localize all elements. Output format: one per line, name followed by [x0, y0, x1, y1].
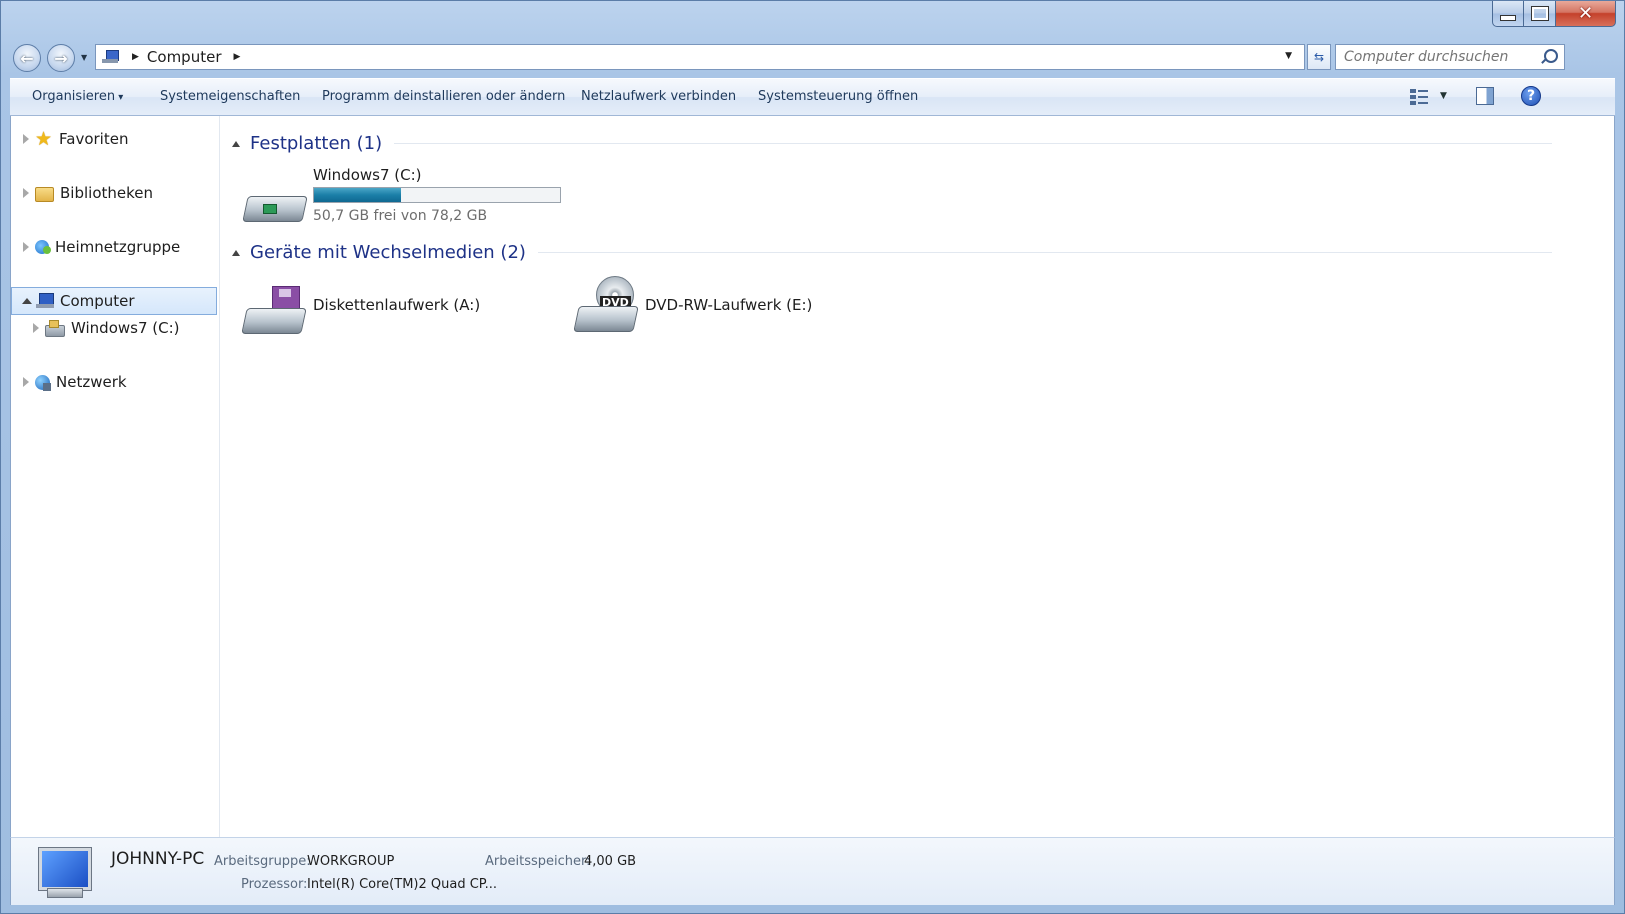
drive-name: DVD-RW-Laufwerk (E:): [645, 296, 813, 314]
sidebar-item-label: Windows7 (C:): [71, 319, 180, 337]
close-icon: ✕: [1577, 2, 1594, 24]
caption-buttons: ✕: [1492, 1, 1616, 27]
sidebar-item-drive-c[interactable]: Windows7 (C:): [11, 314, 217, 342]
breadcrumb-separator-icon[interactable]: ▶: [132, 52, 139, 62]
uninstall-program-button[interactable]: Programm deinstallieren oder ändern: [322, 89, 565, 104]
maximize-button[interactable]: [1524, 1, 1556, 27]
hard-drive-icon: [242, 188, 308, 222]
maximize-icon: [1530, 6, 1549, 21]
search-input[interactable]: [1335, 44, 1565, 70]
breadcrumb-chevron-icon[interactable]: ▶: [234, 52, 241, 62]
address-bar[interactable]: ▶ Computer ▶ ▼: [95, 44, 1305, 70]
sidebar-item-network[interactable]: Netzwerk: [11, 368, 217, 396]
network-icon: [35, 374, 51, 391]
disk-usage-fill: [314, 188, 401, 202]
drive-name: Diskettenlaufwerk (A:): [313, 296, 481, 314]
drive-icon: [45, 320, 65, 337]
expand-icon[interactable]: [23, 134, 29, 144]
group-header-hard-disks[interactable]: Festplatten (1): [232, 133, 1552, 154]
group-title: Geräte mit Wechselmedien (2): [250, 242, 526, 263]
sidebar-item-homegroup[interactable]: Heimnetzgruppe: [11, 233, 217, 261]
star-icon: ★: [35, 128, 53, 150]
navigation-pane: ★ Favoriten Bibliotheken Heimnetzgruppe …: [11, 116, 220, 837]
sidebar-item-label: Bibliotheken: [60, 184, 153, 202]
content-area: ★ Favoriten Bibliotheken Heimnetzgruppe …: [10, 116, 1615, 837]
expand-icon[interactable]: [23, 377, 29, 387]
back-button[interactable]: ←: [13, 44, 41, 72]
computer-icon: [102, 50, 120, 64]
sidebar-item-label: Heimnetzgruppe: [55, 238, 181, 256]
group-header-removable[interactable]: Geräte mit Wechselmedien (2): [232, 242, 1552, 263]
group-collapse-icon[interactable]: [232, 140, 240, 147]
close-button[interactable]: ✕: [1556, 1, 1616, 27]
file-list: Festplatten (1) Windows7 (C:) 50,7 GB fr…: [220, 116, 1614, 837]
system-properties-button[interactable]: Systemeigenschaften: [160, 89, 300, 104]
sidebar-item-favorites[interactable]: ★ Favoriten: [11, 125, 217, 153]
minimize-icon: [1500, 14, 1516, 21]
minimize-button[interactable]: [1492, 1, 1524, 27]
floppy-drive-icon: [241, 286, 307, 334]
help-icon[interactable]: ?: [1521, 86, 1541, 106]
drive-name: Windows7 (C:): [313, 166, 422, 184]
address-history-dropdown-icon[interactable]: ▼: [1285, 51, 1292, 61]
memory-label: Arbeitsspeicher:: [485, 854, 591, 869]
sidebar-item-label: Netzwerk: [56, 373, 127, 391]
expand-icon[interactable]: [23, 188, 29, 198]
group-divider: [537, 252, 1552, 253]
open-control-panel-button[interactable]: Systemsteuerung öffnen: [758, 89, 918, 104]
computer-name: JOHNNY-PC: [111, 849, 205, 869]
forward-arrow-icon: →: [54, 48, 68, 68]
back-arrow-icon: ←: [20, 48, 34, 68]
navigation-bar: ← → ▼ ▶ Computer ▶ ▼ ⇆: [11, 41, 1614, 75]
workgroup-value: WORKGROUP: [307, 854, 395, 869]
expand-icon[interactable]: [23, 242, 29, 252]
group-collapse-icon[interactable]: [232, 249, 240, 256]
dvd-drive-icon: DVD: [573, 276, 639, 332]
computer-icon: [33, 846, 93, 902]
workgroup-label: Arbeitsgruppe:: [214, 854, 311, 869]
libraries-icon: [35, 187, 54, 202]
sidebar-item-label: Favoriten: [59, 130, 129, 148]
sidebar-item-libraries[interactable]: Bibliotheken: [11, 179, 217, 207]
details-pane: JOHNNY-PC Arbeitsgruppe: WORKGROUP Arbei…: [10, 837, 1615, 905]
command-bar: Organisieren Systemeigenschaften Program…: [10, 78, 1615, 116]
breadcrumb-computer[interactable]: Computer: [147, 48, 222, 66]
collapse-icon[interactable]: [22, 298, 32, 304]
memory-value: 4,00 GB: [584, 854, 637, 869]
processor-label: Prozessor:: [241, 877, 308, 892]
drive-space-text: 50,7 GB frei von 78,2 GB: [313, 208, 488, 224]
computer-icon: [36, 292, 54, 310]
group-divider: [394, 143, 1552, 144]
organize-menu[interactable]: Organisieren: [32, 89, 123, 104]
view-options-dropdown-icon[interactable]: ▼: [1440, 91, 1447, 101]
forward-button[interactable]: →: [47, 44, 75, 72]
disk-usage-bar: [313, 187, 561, 203]
expand-icon[interactable]: [33, 323, 39, 333]
refresh-icon: ⇆: [1313, 50, 1325, 64]
processor-value: Intel(R) Core(TM)2 Quad CP...: [307, 877, 497, 892]
homegroup-icon: [35, 240, 51, 254]
sidebar-item-computer[interactable]: Computer: [11, 287, 217, 315]
map-network-drive-button[interactable]: Netzlaufwerk verbinden: [581, 89, 736, 104]
preview-pane-icon[interactable]: [1476, 87, 1494, 105]
refresh-button[interactable]: ⇆: [1307, 44, 1331, 70]
change-view-icon[interactable]: [1410, 89, 1428, 105]
search-icon[interactable]: [1544, 49, 1558, 63]
group-title: Festplatten (1): [250, 133, 383, 154]
recent-pages-dropdown[interactable]: ▼: [81, 53, 87, 62]
sidebar-item-label: Computer: [60, 292, 135, 310]
explorer-window: ✕ ← → ▼ ▶ Computer ▶ ▼ ⇆ Organisieren Sy…: [0, 0, 1625, 914]
